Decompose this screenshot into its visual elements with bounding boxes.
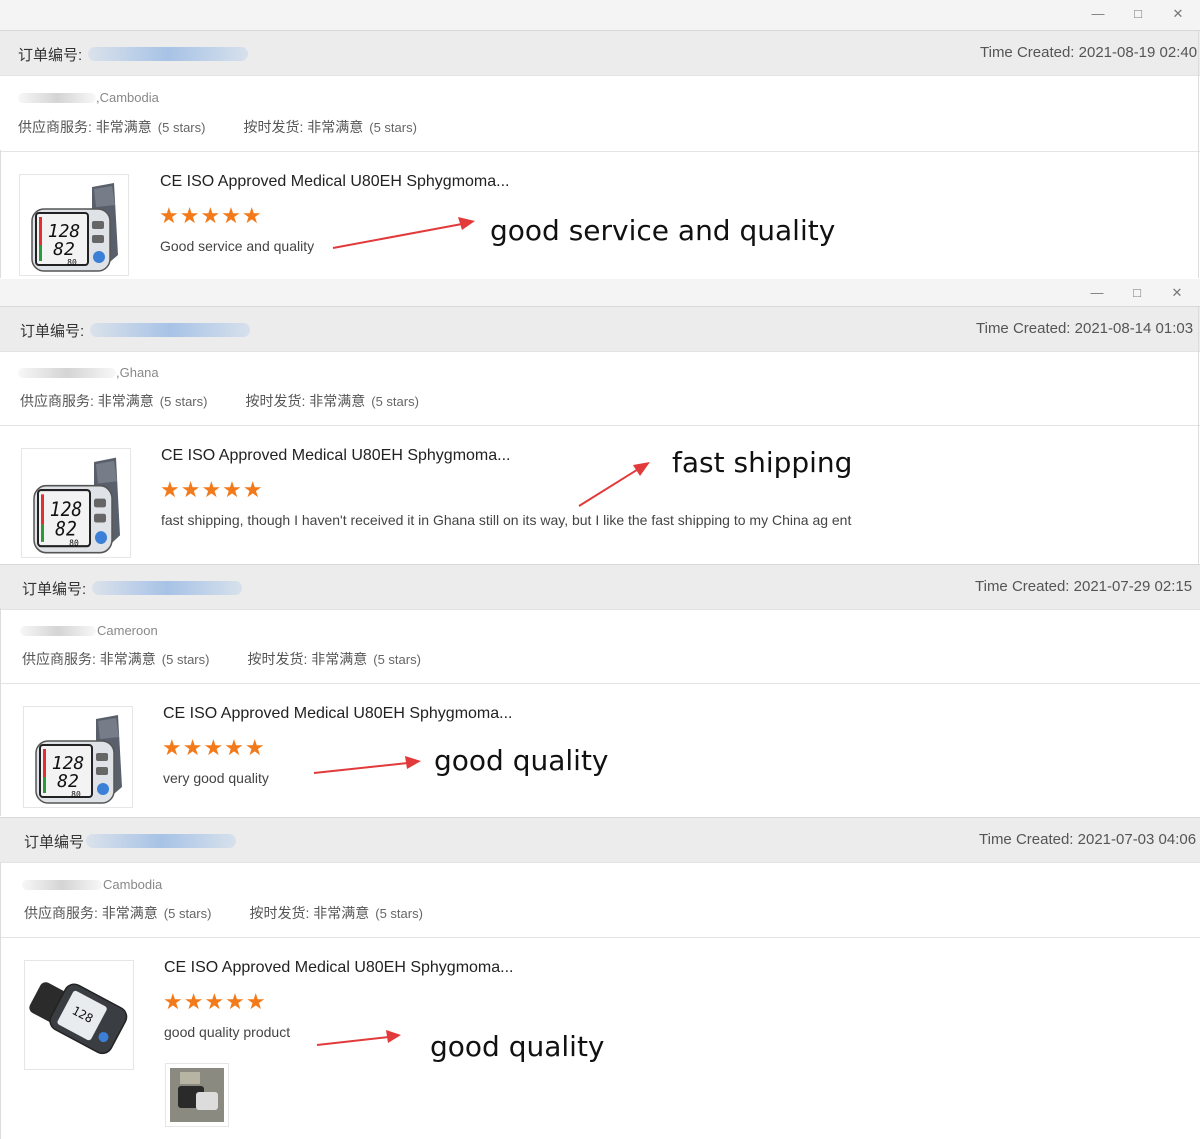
divider [0,683,1200,684]
window-titlebar: — □ ✕ [0,279,1200,308]
time-created: Time Created: 2021-08-14 01:03 [976,320,1194,337]
order-header: 订单编号: Time Created: 2021-07-29 02:15 [0,564,1200,610]
buyer-name-redacted [20,626,96,636]
order-number-redacted [88,47,248,61]
review-text: fast shipping, though I haven't received… [161,512,852,528]
buyer-name-redacted [18,368,116,378]
seller-ratings: 供应商服务: 非常满意 (5 stars) 按时发货: 非常满意 (5 stars) [20,391,419,411]
supplier-service-rating: 供应商服务: 非常满意 [18,119,152,135]
time-created: Time Created: 2021-08-19 02:40 [980,44,1198,61]
seller-ratings: 供应商服务: 非常满意 (5 stars) 按时发货: 非常满意 (5 stars) [22,649,421,669]
supplier-service-rating: 供应商服务: 非常满意 [22,651,156,667]
buyer-country: Cambodia [103,877,163,892]
minimize-icon[interactable]: — [1088,5,1108,23]
buyer-name-redacted [22,880,102,890]
product-thumbnail[interactable]: 128 82 80 [23,706,133,808]
window-titlebar: — □ ✕ [0,0,1200,31]
maximize-icon[interactable]: □ [1127,284,1147,302]
photo-icon [170,1068,224,1122]
close-icon[interactable]: ✕ [1167,284,1187,302]
annotation-text: good quality [430,1030,605,1063]
shipping-rating: 按时发货: 非常满意 [245,393,366,409]
buyer-country: ,Cambodia [96,90,159,105]
frame-edge [1198,30,1199,278]
divider [0,151,1200,152]
blood-pressure-monitor-icon: 128 82 80 [33,457,120,554]
pulse-readout: 80 [67,258,77,267]
product-thumbnail[interactable]: 128 [24,960,134,1070]
divider [0,937,1200,938]
annotation-text: fast shipping [672,446,853,479]
time-created: Time Created: 2021-07-29 02:15 [975,578,1193,595]
frame-edge [1198,306,1199,564]
buyer-country: ,Ghana [116,365,159,380]
time-created: Time Created: 2021-07-03 04:06 [979,831,1197,848]
annotation-text: good service and quality [490,214,836,247]
pulse-readout: 80 [69,538,79,548]
buyer-name-redacted [18,93,96,103]
shipping-rating: 按时发货: 非常满意 [247,651,368,667]
seller-ratings: 供应商服务: 非常满意 (5 stars) 按时发货: 非常满意 (5 stars) [24,903,423,923]
divider [0,425,1200,426]
close-icon[interactable]: ✕ [1168,5,1188,23]
blood-pressure-monitor-icon: 128 [29,982,128,1055]
diastolic-readout: 82 [53,239,75,260]
shipping-stars: (5 stars) [373,652,421,667]
seller-ratings: 供应商服务: 非常满意 (5 stars) 按时发货: 非常满意 (5 stars) [18,117,417,137]
annotation-arrow-icon [332,217,475,249]
annotation-arrow-icon [313,756,421,774]
order-header: 订单编号: Time Created: 2021-08-14 01:03 [0,306,1200,352]
shipping-rating: 按时发货: 非常满意 [243,119,364,135]
pulse-readout: 80 [71,790,81,799]
shipping-stars: (5 stars) [375,906,423,921]
order-header: 订单编号 Time Created: 2021-07-03 04:06 [0,817,1200,863]
annotation-text: good quality [434,744,609,777]
product-title[interactable]: CE ISO Approved Medical U80EH Sphygmoma.… [161,447,511,465]
frame-edge [0,862,1,1139]
product-thumbnail[interactable]: 128 82 80 [19,174,129,276]
frame-edge [0,150,1,278]
diastolic-readout: 82 [57,771,79,792]
review-photo[interactable] [165,1063,229,1127]
order-number-label: 订单编号: [18,47,83,64]
supplier-service-rating: 供应商服务: 非常满意 [20,393,154,409]
review-stars: ★★★★★ [160,477,264,502]
review-stars: ★★★★★ [162,735,266,760]
order-number-label: 订单编号 [24,834,85,851]
supplier-service-rating: 供应商服务: 非常满意 [24,905,158,921]
maximize-icon[interactable]: □ [1128,5,1148,23]
supplier-service-stars: (5 stars) [163,906,212,921]
frame-edge [0,608,1,816]
supplier-service-stars: (5 stars) [157,120,206,135]
order-number-label: 订单编号: [22,581,87,598]
blood-pressure-monitor-icon: 128 82 80 [35,715,122,804]
product-title[interactable]: CE ISO Approved Medical U80EH Sphygmoma.… [164,959,514,977]
shipping-rating: 按时发货: 非常满意 [249,905,370,921]
order-header: 订单编号: Time Created: 2021-08-19 02:40 [0,30,1200,76]
product-thumbnail[interactable]: 128 82 80 [21,448,131,558]
product-title[interactable]: CE ISO Approved Medical U80EH Sphygmoma.… [160,173,510,191]
annotation-arrow-icon [316,1030,401,1046]
order-number-redacted [86,834,236,848]
supplier-service-stars: (5 stars) [159,394,208,409]
shipping-stars: (5 stars) [369,120,417,135]
order-number-label: 订单编号: [20,323,85,340]
order-number-redacted [90,323,250,337]
annotation-arrow-icon [578,462,650,507]
supplier-service-stars: (5 stars) [161,652,210,667]
blood-pressure-monitor-icon: 128 82 80 [31,183,118,272]
buyer-country: Cameroon [97,623,158,638]
shipping-stars: (5 stars) [371,394,419,409]
product-title[interactable]: CE ISO Approved Medical U80EH Sphygmoma.… [163,705,513,723]
review-stars: ★★★★★ [159,203,263,228]
review-stars: ★★★★★ [163,989,267,1014]
order-number-redacted [92,581,242,595]
minimize-icon[interactable]: — [1087,284,1107,302]
